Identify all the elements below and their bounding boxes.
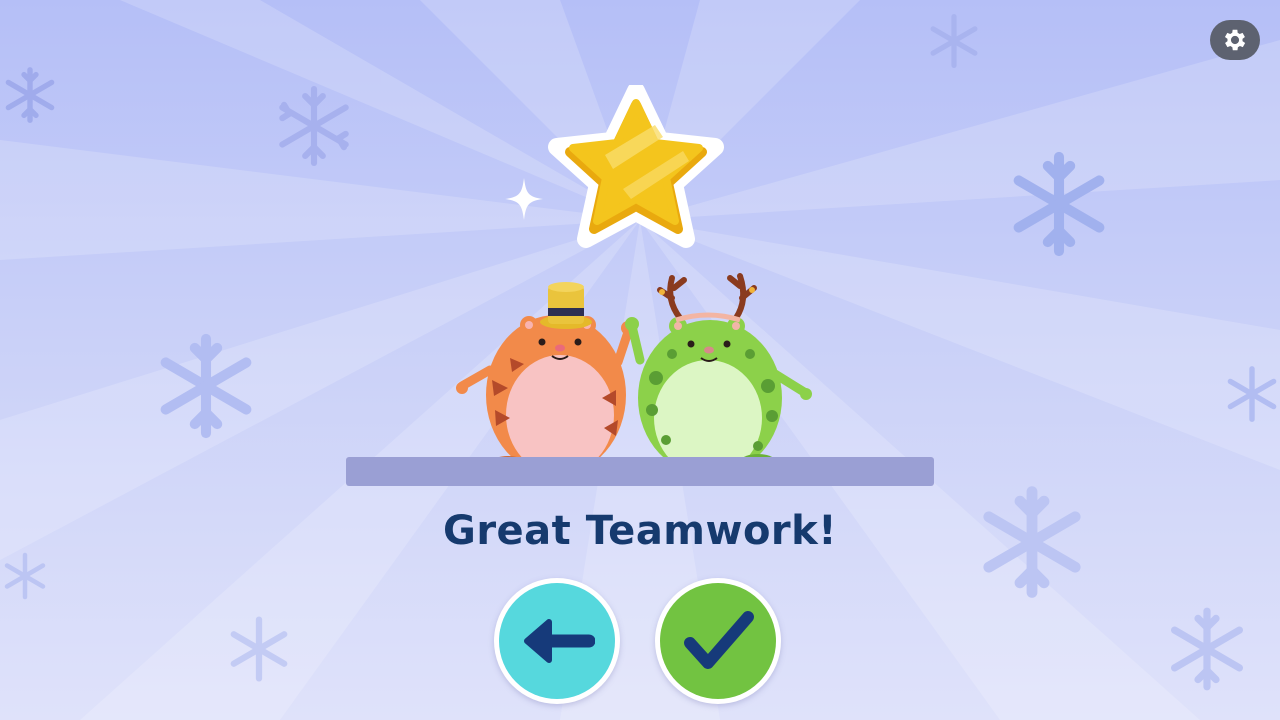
- snowflake-icon: [1227, 366, 1277, 422]
- confirm-button[interactable]: [655, 578, 781, 704]
- snowflake-icon: [279, 85, 349, 167]
- shelf: [346, 457, 934, 486]
- settings-button[interactable]: [1210, 20, 1260, 60]
- tiger-character: [456, 282, 635, 475]
- arrow-left-icon: [524, 619, 595, 663]
- snowflake-icon: [1171, 607, 1243, 691]
- snowflake-icon: [1013, 151, 1105, 257]
- snowflake-icon: [230, 616, 288, 682]
- gold-star-icon: [548, 85, 724, 248]
- green-monster-character: [625, 273, 812, 476]
- result-message: Great Teamwork!: [442, 508, 837, 554]
- checkmark-icon: [684, 611, 754, 669]
- back-button[interactable]: [494, 578, 620, 704]
- gear-icon: [1224, 29, 1246, 51]
- snowflake-icon: [160, 333, 252, 439]
- sparkle-icon: [505, 178, 543, 220]
- snowflake-icon: [930, 14, 978, 68]
- snowflake-icon: [5, 67, 55, 123]
- celebrating-characters: [456, 273, 812, 476]
- game-screen: Great Teamwork!: [0, 0, 1280, 720]
